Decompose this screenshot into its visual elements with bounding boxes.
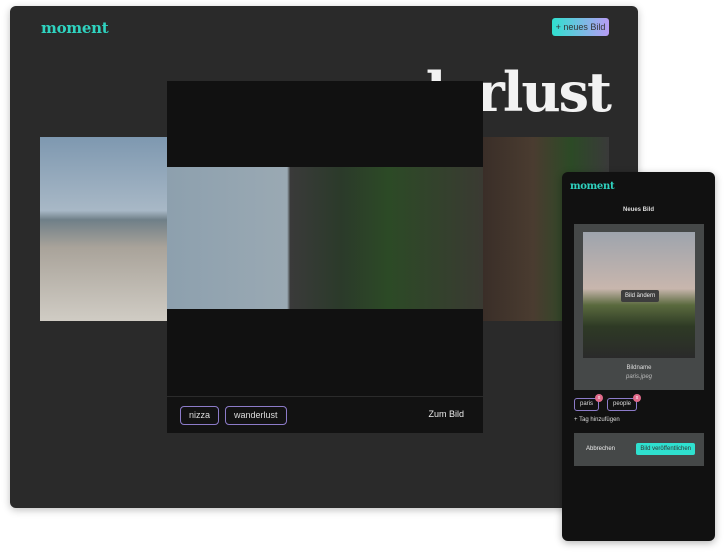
image-modal: nizza wanderlust Zum Bild	[167, 81, 483, 433]
file-name[interactable]: paris.jpeg	[574, 374, 704, 380]
modal-photo	[167, 167, 483, 309]
cancel-button[interactable]: Abbrechen	[586, 446, 615, 452]
upload-card: Bild ändern Bildname paris.jpeg	[574, 224, 704, 390]
modal-footer: nizza wanderlust Zum Bild	[167, 396, 483, 433]
remove-tag-icon[interactable]: x	[633, 394, 642, 402]
action-bar: Abbrechen Bild veröffentlichen	[574, 433, 704, 466]
change-image-button[interactable]: Bild ändern	[621, 290, 660, 302]
tag-people[interactable]: people x	[607, 394, 642, 411]
new-image-button[interactable]: + neues Bild	[552, 18, 609, 36]
name-label: Bildname	[626, 365, 652, 371]
gallery-image-nizza[interactable]	[40, 137, 167, 321]
tag-label: paris	[580, 401, 594, 407]
tag-wanderlust[interactable]: wanderlust	[225, 406, 287, 425]
tag-nizza[interactable]: nizza	[180, 406, 220, 425]
publish-button[interactable]: Bild veröffentlichen	[636, 443, 695, 455]
mobile-view: moment Neues Bild Bild ändern Bildname p…	[562, 172, 715, 541]
add-tag-button[interactable]: + Tag hinzufügen	[574, 417, 620, 423]
logo[interactable]: moment	[41, 19, 109, 37]
mobile-heading: Neues Bild	[622, 207, 654, 213]
remove-tag-icon[interactable]: x	[595, 394, 604, 402]
preview-image: Bild ändern	[583, 232, 695, 358]
mobile-logo[interactable]: moment	[570, 181, 615, 192]
open-image-link[interactable]: Zum Bild	[428, 409, 464, 419]
tag-label: people	[613, 401, 632, 407]
tag-paris[interactable]: paris x	[574, 394, 604, 411]
